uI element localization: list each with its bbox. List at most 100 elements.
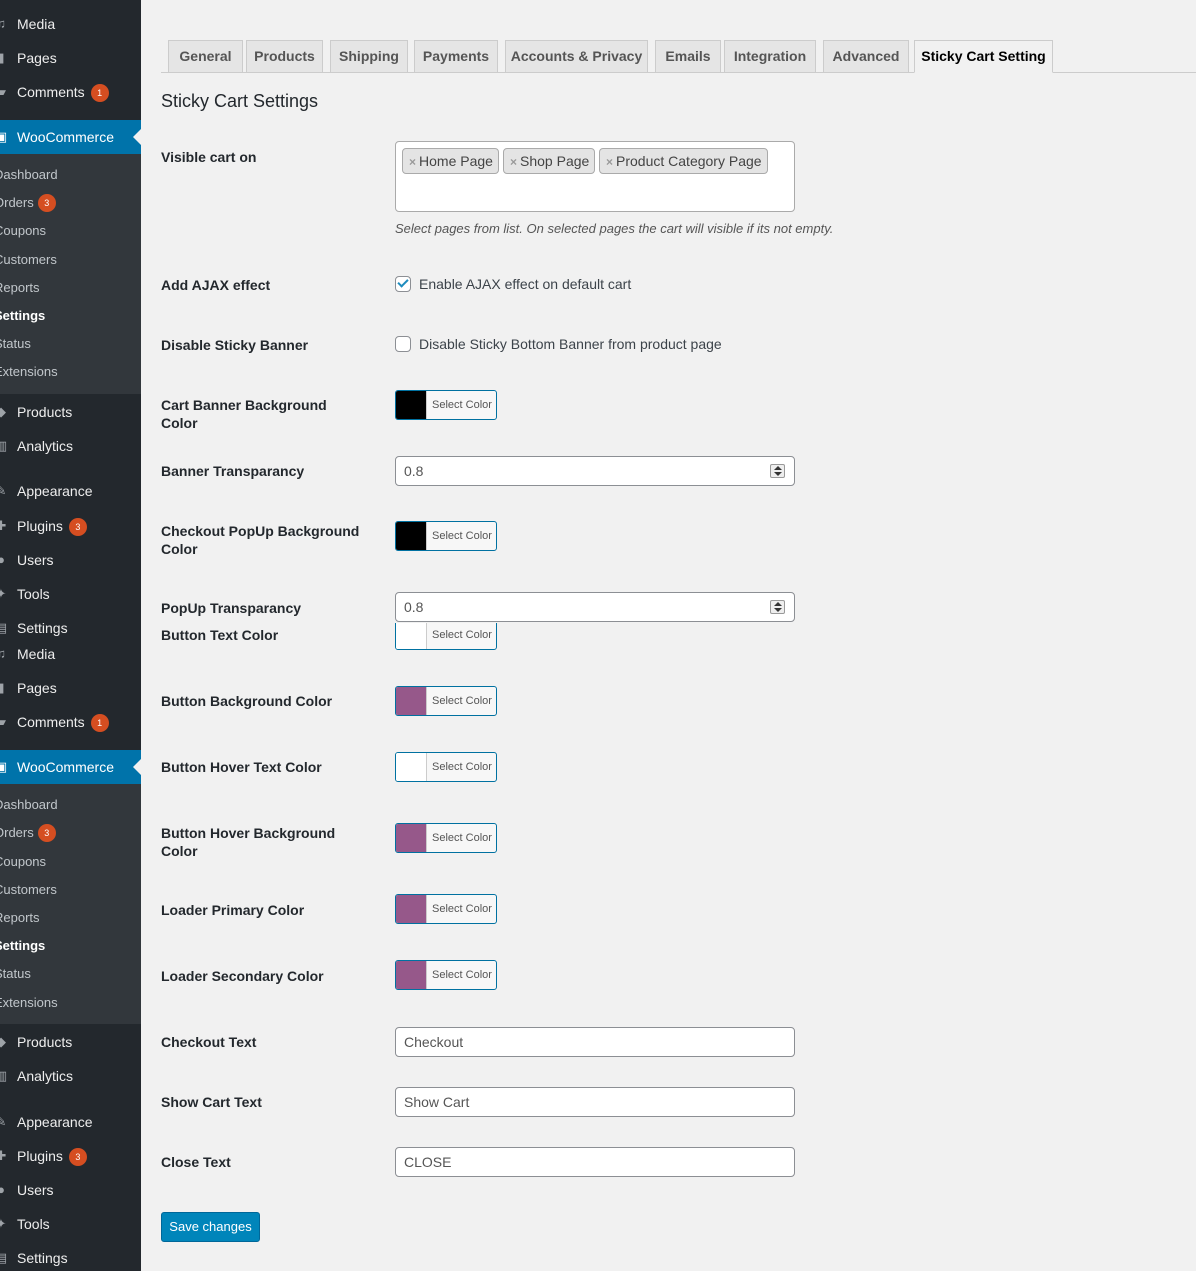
submenu-status[interactable]: Status [0, 960, 31, 988]
sidebar-item-woocommerce[interactable]: ▣ WooCommerce [0, 120, 141, 154]
sidebar-item-users[interactable]: ● Users [0, 1173, 141, 1207]
checkout-text-label: Checkout Text [161, 1034, 257, 1050]
save-changes-button[interactable]: Save changes [161, 1212, 260, 1242]
submenu-coupons[interactable]: Coupons [0, 848, 46, 876]
tab-shipping[interactable]: Shipping [330, 40, 408, 73]
sidebar-item-comments[interactable]: ▰ Comments 1 [0, 75, 141, 109]
selected-page-chip: × Home Page [402, 148, 499, 174]
tab-payments[interactable]: Payments [414, 40, 498, 73]
submenu-settings[interactable]: Settings [0, 932, 45, 960]
submenu-reports[interactable]: Reports [0, 904, 40, 932]
checkout-popup-bg-label: Checkout PopUp Background Color [161, 523, 360, 557]
tools-icon: ✦ [0, 586, 7, 601]
woocommerce-submenu: Dashboard Orders3 Coupons Customers Repo… [0, 154, 141, 394]
submenu-settings[interactable]: Settings [0, 302, 45, 330]
submenu-dashboard[interactable]: Dashboard [0, 791, 58, 819]
tab-general[interactable]: General [168, 40, 243, 73]
remove-chip-icon[interactable]: × [409, 155, 416, 169]
popup-transparency-value: 0.8 [404, 599, 424, 615]
sidebar-item-pages[interactable]: ▮ Pages [0, 41, 141, 75]
show-cart-text-input[interactable]: Show Cart [395, 1087, 795, 1117]
sidebar-item-pages[interactable]: ▮ Pages [0, 671, 141, 705]
banner-transparency-input[interactable]: 0.8 [395, 456, 795, 486]
loader-primary-color-picker[interactable]: Select Color [395, 894, 497, 924]
submenu-customers[interactable]: Customers [0, 246, 57, 274]
tab-advanced[interactable]: Advanced [823, 40, 909, 73]
submenu-status[interactable]: Status [0, 330, 31, 358]
pages-icon: ▮ [0, 680, 5, 695]
color-swatch [396, 895, 427, 923]
color-swatch [396, 522, 427, 550]
tab-accounts-privacy[interactable]: Accounts & Privacy [505, 40, 648, 73]
settings-icon: ▤ [0, 620, 8, 635]
remove-chip-icon[interactable]: × [510, 155, 517, 169]
media-icon: ♫ [0, 646, 6, 661]
sidebar-item-products[interactable]: ◆ Products [0, 1025, 141, 1059]
sidebar-item-media[interactable]: ♫ Media [0, 637, 141, 671]
sidebar-item-settings[interactable]: ▤ Settings [0, 611, 141, 636]
submenu-extensions[interactable]: Extensions [0, 989, 58, 1017]
sidebar-item-tools[interactable]: ✦ Tools [0, 1207, 141, 1241]
selected-page-chip: × Product Category Page [599, 148, 768, 174]
sidebar-item-analytics[interactable]: ▥ Analytics [0, 1059, 141, 1093]
comments-count-badge: 1 [90, 84, 109, 102]
number-spinner-icon[interactable] [770, 464, 785, 478]
visible-pages-multiselect[interactable]: × Home Page × Shop Page × Product Category … [395, 141, 795, 212]
cart-banner-bg-color-picker[interactable]: Select Color [395, 390, 497, 420]
submenu-extensions[interactable]: Extensions [0, 358, 58, 386]
show-cart-text-label: Show Cart Text [161, 1094, 262, 1110]
sidebar-item-settings[interactable]: ▤ Settings [0, 1241, 141, 1271]
close-text-input[interactable]: CLOSE [395, 1147, 795, 1177]
tools-icon: ✦ [0, 1216, 7, 1231]
submenu-coupons[interactable]: Coupons [0, 217, 46, 245]
sidebar-item-comments[interactable]: ▰ Comments 1 [0, 705, 141, 739]
popup-transparency-label: PopUp Transparancy [161, 600, 302, 616]
chip-label: Home Page [419, 153, 493, 169]
tab-emails[interactable]: Emails [655, 40, 721, 73]
loader-secondary-color-picker[interactable]: Select Color [395, 960, 497, 990]
tab-products[interactable]: Products [246, 40, 323, 73]
ajax-effect-checkbox[interactable] [395, 276, 411, 292]
submenu-customers[interactable]: Customers [0, 876, 57, 904]
tab-integration[interactable]: Integration [724, 40, 816, 73]
color-swatch [396, 824, 427, 852]
color-swatch [396, 623, 427, 649]
popup-transparency-input[interactable]: 0.8 [395, 592, 795, 622]
sidebar-item-plugins[interactable]: ✚ Plugins 3 [0, 1139, 141, 1173]
button-bg-color-picker[interactable]: Select Color [395, 686, 497, 716]
sidebar-item-products[interactable]: ◆ Products [0, 395, 141, 429]
button-text-color-label: Button Text Color [161, 627, 279, 643]
checkout-text-input[interactable]: Checkout [395, 1027, 795, 1057]
tab-sticky-cart-setting[interactable]: Sticky Cart Setting [914, 40, 1053, 73]
button-text-color-picker[interactable]: Select Color [395, 623, 497, 650]
submenu-orders[interactable]: Orders3 [0, 819, 56, 847]
checkout-popup-bg-color-picker[interactable]: Select Color [395, 521, 497, 551]
sidebar-item-appearance[interactable]: ✎ Appearance [0, 1105, 141, 1139]
close-text-label: Close Text [161, 1154, 231, 1170]
remove-chip-icon[interactable]: × [606, 155, 613, 169]
ajax-effect-checkbox-label[interactable]: Enable AJAX effect on default cart [419, 275, 631, 293]
color-swatch [396, 687, 427, 715]
sidebar-item-media[interactable]: ♫ Media [0, 7, 141, 41]
button-hover-bg-color-picker[interactable]: Select Color [395, 823, 497, 853]
sidebar-item-woocommerce[interactable]: ▣ WooCommerce [0, 750, 141, 784]
select-color-label: Select Color [432, 695, 492, 707]
disable-banner-checkbox[interactable] [395, 336, 411, 352]
sidebar-item-plugins[interactable]: ✚ Plugins 3 [0, 509, 141, 543]
number-spinner-icon[interactable] [770, 600, 785, 614]
sidebar-item-analytics[interactable]: ▥ Analytics [0, 429, 141, 463]
submenu-dashboard[interactable]: Dashboard [0, 161, 58, 189]
ajax-effect-label: Add AJAX effect [161, 277, 271, 293]
sidebar-item-tools[interactable]: ✦ Tools [0, 577, 141, 611]
button-hover-text-color-picker[interactable]: Select Color [395, 752, 497, 782]
sidebar-item-users[interactable]: ● Users [0, 543, 141, 577]
appearance-icon: ✎ [0, 1114, 7, 1129]
disable-banner-checkbox-label[interactable]: Disable Sticky Bottom Banner from produc… [419, 335, 722, 353]
select-color-label: Select Color [432, 969, 492, 981]
banner-transparency-value: 0.8 [404, 463, 424, 479]
submenu-orders[interactable]: Orders3 [0, 189, 56, 217]
comments-count-badge: 1 [90, 714, 109, 732]
sidebar-item-label: Comments [17, 84, 85, 100]
submenu-reports[interactable]: Reports [0, 274, 40, 302]
sidebar-item-appearance[interactable]: ✎ Appearance [0, 474, 141, 508]
